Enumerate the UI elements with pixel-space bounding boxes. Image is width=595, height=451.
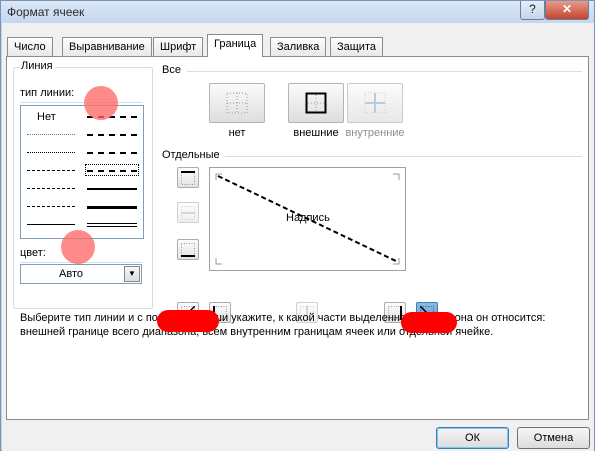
dialog-body: Число Выравнивание Шрифт Граница Заливка…: [2, 23, 594, 451]
close-button[interactable]: ✕: [545, 1, 589, 20]
title-bar[interactable]: Формат ячеек ? ✕: [1, 1, 594, 23]
border-none-icon: [226, 92, 248, 114]
preview-text: Надпись: [286, 212, 330, 224]
preset-inside-button[interactable]: [347, 83, 403, 123]
color-value: Авто: [59, 268, 83, 280]
line-group-title: Линия: [19, 60, 55, 72]
chevron-down-icon[interactable]: ▼: [124, 266, 140, 282]
line-style-label: тип линии:: [20, 87, 75, 99]
line-style-separator: [20, 102, 142, 103]
line-style-slanted-dash-dot[interactable]: [87, 134, 137, 136]
border-horizontal-inside-button[interactable]: [177, 202, 199, 223]
help-button[interactable]: ?: [520, 1, 545, 20]
line-style-dash-dot-dot[interactable]: [27, 170, 75, 171]
preset-inside-label: внутренние: [345, 127, 405, 139]
annotation-marker: [401, 312, 457, 333]
line-style-dash-dot[interactable]: [27, 188, 75, 189]
tab-border[interactable]: Граница: [207, 34, 264, 57]
window-title: Формат ячеек: [7, 5, 85, 19]
presets-separator: [187, 71, 582, 72]
line-style-none[interactable]: Нет: [37, 111, 56, 123]
preset-outline-button[interactable]: [288, 83, 344, 123]
line-style-medium-dashed[interactable]: [87, 170, 137, 172]
color-select[interactable]: Авто ▼: [20, 264, 142, 284]
instructions-line-2: внешней границе всего диапазона, всем вн…: [20, 326, 494, 338]
tab-number[interactable]: Число: [7, 37, 53, 56]
cancel-button[interactable]: Отмена: [517, 427, 590, 449]
ok-button[interactable]: ОК: [436, 427, 509, 449]
border-bottom-button[interactable]: [177, 239, 199, 260]
tab-font[interactable]: Шрифт: [153, 37, 204, 56]
tab-protection[interactable]: Защита: [330, 37, 383, 56]
annotation-marker: [61, 230, 95, 264]
border-outline-icon: [305, 92, 327, 114]
border-preview[interactable]: Надпись: [209, 167, 406, 271]
border-top-button[interactable]: [177, 167, 199, 188]
line-style-thin[interactable]: [27, 224, 75, 225]
line-style-double[interactable]: [87, 223, 137, 227]
presets-title: Все: [162, 64, 185, 76]
border-section-separator: [225, 156, 582, 157]
instructions-text: Выберите тип линии и с помощью мыши укаж…: [20, 311, 580, 339]
line-style-dotted[interactable]: [27, 152, 75, 153]
border-horizontal-inside-icon: [181, 206, 195, 220]
tab-alignment[interactable]: Выравнивание: [62, 37, 152, 56]
instructions-line-1: Выберите тип линии и с помощью мыши укаж…: [20, 312, 546, 324]
annotation-marker: [157, 310, 219, 332]
annotation-marker: [84, 86, 118, 120]
line-style-medium-dash-dot[interactable]: [87, 152, 137, 154]
preset-none-button[interactable]: [209, 83, 265, 123]
format-cells-dialog: Формат ячеек ? ✕ Число Выравнивание Шриф…: [0, 0, 595, 451]
line-style-list[interactable]: Нет: [20, 105, 144, 239]
border-tab-panel: Линия тип линии: Нет цвет: Авто ▼ Все не…: [6, 56, 589, 420]
line-style-thick[interactable]: [87, 206, 137, 209]
border-inside-icon: [364, 92, 386, 114]
line-style-medium[interactable]: [87, 188, 137, 190]
tab-fill[interactable]: Заливка: [270, 37, 327, 56]
color-label: цвет:: [20, 247, 46, 259]
line-style-dashed[interactable]: [27, 206, 75, 207]
border-section-title: Отдельные: [162, 149, 224, 161]
border-bottom-icon: [181, 243, 195, 257]
line-style-hair[interactable]: [27, 134, 75, 135]
preset-none-label: нет: [228, 127, 246, 139]
border-top-icon: [181, 171, 195, 185]
